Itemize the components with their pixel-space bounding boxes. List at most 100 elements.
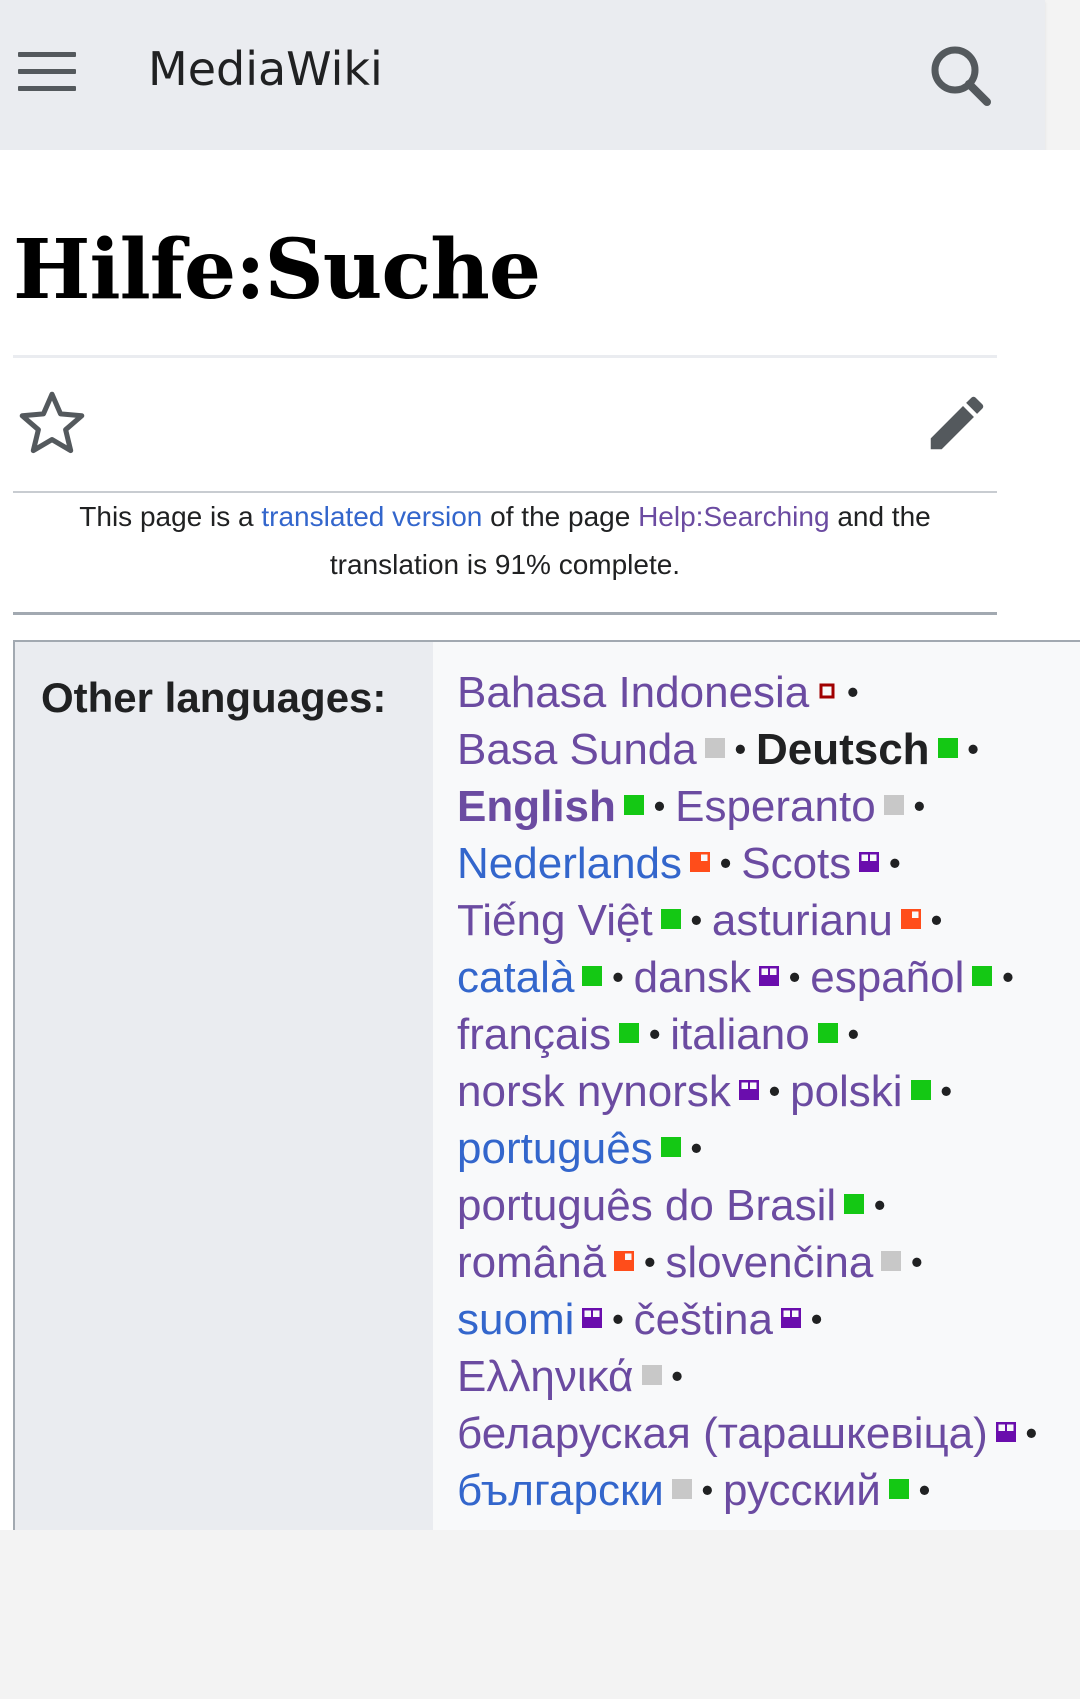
translation-status-icon — [859, 852, 880, 873]
language-link: Deutsch — [755, 725, 930, 774]
language-link[interactable]: português — [457, 1124, 653, 1173]
search-icon[interactable] — [925, 40, 995, 110]
language-link[interactable]: беларуская (тарашкевіца) — [457, 1409, 988, 1458]
language-row: Nederlands • Scots • — [457, 835, 1080, 892]
page-content: Hilfe:Suche This page is a translated ve… — [0, 150, 1080, 1532]
translation-status-icon — [704, 738, 725, 759]
translation-status-icon — [881, 1251, 902, 1272]
language-separator: • — [889, 845, 901, 881]
language-link[interactable]: asturianu — [712, 896, 893, 945]
language-separator: • — [768, 1073, 781, 1109]
top-bar: MediaWiki — [0, 0, 1045, 150]
page-footer-area — [0, 1530, 1080, 1699]
language-row: suomi • čeština • — [457, 1291, 1080, 1348]
other-languages-label: Other languages: — [41, 674, 387, 721]
language-row: português • — [457, 1120, 1080, 1177]
translation-status-icon — [888, 1479, 909, 1500]
language-list: Bahasa Indonesia • Basa Sunda • Deutsch • Engl… — [457, 664, 1080, 1519]
language-link[interactable]: dansk — [634, 953, 751, 1002]
translation-status-icon — [660, 909, 681, 930]
translation-status-icon — [582, 1308, 603, 1329]
other-languages-box: Other languages: Bahasa Indonesia • Basa S… — [13, 640, 1080, 1532]
language-separator: • — [930, 902, 943, 938]
language-link[interactable]: català — [457, 953, 574, 1002]
title-divider — [13, 355, 997, 358]
translated-version-link[interactable]: translated version — [261, 501, 482, 532]
language-link[interactable]: italiano — [670, 1010, 809, 1059]
language-link[interactable]: español — [810, 953, 964, 1002]
language-row: română • slovenčina • — [457, 1234, 1080, 1291]
language-link[interactable]: русский — [723, 1466, 881, 1515]
translation-status-icon — [641, 1365, 662, 1386]
translation-status-icon — [972, 966, 993, 987]
language-separator: • — [612, 1301, 624, 1337]
pencil-icon[interactable] — [922, 386, 992, 460]
translation-status-icon — [817, 1023, 838, 1044]
language-separator: • — [701, 1472, 713, 1508]
language-row: français • italiano • — [457, 1006, 1080, 1063]
language-link[interactable]: Bahasa Indonesia — [457, 668, 809, 717]
other-languages-label-cell: Other languages: — [15, 642, 433, 1532]
language-link[interactable]: Nederlands — [457, 839, 682, 888]
source-page-link[interactable]: Help:Searching — [638, 501, 829, 532]
language-separator: • — [734, 731, 746, 767]
language-link[interactable]: română — [457, 1238, 606, 1287]
translation-status-icon — [819, 683, 835, 699]
translation-status-icon — [781, 1308, 801, 1329]
language-link[interactable]: Tiếng Việt — [457, 896, 653, 945]
star-icon[interactable] — [14, 386, 90, 462]
language-link[interactable]: français — [457, 1010, 611, 1059]
language-separator: • — [1025, 1415, 1037, 1451]
language-link[interactable]: norsk nynorsk — [457, 1067, 731, 1116]
language-separator: • — [653, 788, 666, 824]
translation-status-icon — [883, 795, 904, 816]
language-link[interactable]: čeština — [634, 1295, 773, 1344]
language-separator: • — [918, 1472, 931, 1508]
translation-notice: This page is a translated version of the… — [13, 493, 997, 589]
language-separator: • — [644, 1244, 656, 1280]
translation-status-icon — [937, 738, 958, 759]
language-row: português do Brasil • — [457, 1177, 1080, 1234]
language-link[interactable]: Ελληνικά — [457, 1352, 634, 1401]
language-separator: • — [612, 959, 624, 995]
language-link[interactable]: Esperanto — [675, 782, 876, 831]
translation-status-icon — [582, 966, 603, 987]
language-row: English • Esperanto • — [457, 778, 1080, 835]
notice-middle: of the page — [490, 501, 631, 532]
translation-status-icon — [759, 966, 780, 987]
language-separator: • — [649, 1016, 661, 1052]
page-title: Hilfe:Suche — [13, 222, 541, 318]
translation-status-icon — [690, 852, 711, 873]
hamburger-menu-icon[interactable] — [18, 48, 78, 98]
language-separator: • — [690, 1130, 702, 1166]
language-row: Bahasa Indonesia • — [457, 664, 1080, 721]
translation-status-icon — [623, 795, 644, 816]
language-link[interactable]: polski — [790, 1067, 903, 1116]
language-link[interactable]: slovenčina — [665, 1238, 873, 1287]
language-separator: • — [874, 1187, 886, 1223]
translation-status-icon — [738, 1080, 759, 1101]
language-link[interactable]: English — [457, 782, 616, 831]
language-separator: • — [1002, 959, 1014, 995]
language-separator: • — [847, 674, 859, 710]
language-separator: • — [911, 1244, 923, 1280]
language-link[interactable]: suomi — [457, 1295, 574, 1344]
language-separator: • — [967, 731, 979, 767]
language-separator: • — [789, 959, 801, 995]
language-separator: • — [811, 1301, 823, 1337]
translation-status-icon — [660, 1137, 681, 1158]
language-link[interactable]: български — [457, 1466, 664, 1515]
language-link[interactable]: Basa Sunda — [457, 725, 697, 774]
language-row: български • русский • — [457, 1462, 1080, 1519]
site-title[interactable]: MediaWiki — [148, 42, 383, 96]
language-separator: • — [940, 1073, 952, 1109]
language-row: Tiếng Việt • asturianu • — [457, 892, 1080, 949]
language-row: català • dansk • español • — [457, 949, 1080, 1006]
language-link[interactable]: Scots — [741, 839, 851, 888]
language-link[interactable]: português do Brasil — [457, 1181, 836, 1230]
language-row: norsk nynorsk • polski • — [457, 1063, 1080, 1120]
language-row: Basa Sunda • Deutsch • — [457, 721, 1080, 778]
translation-status-icon — [619, 1023, 640, 1044]
translation-status-icon — [900, 909, 921, 930]
language-separator: • — [913, 788, 925, 824]
